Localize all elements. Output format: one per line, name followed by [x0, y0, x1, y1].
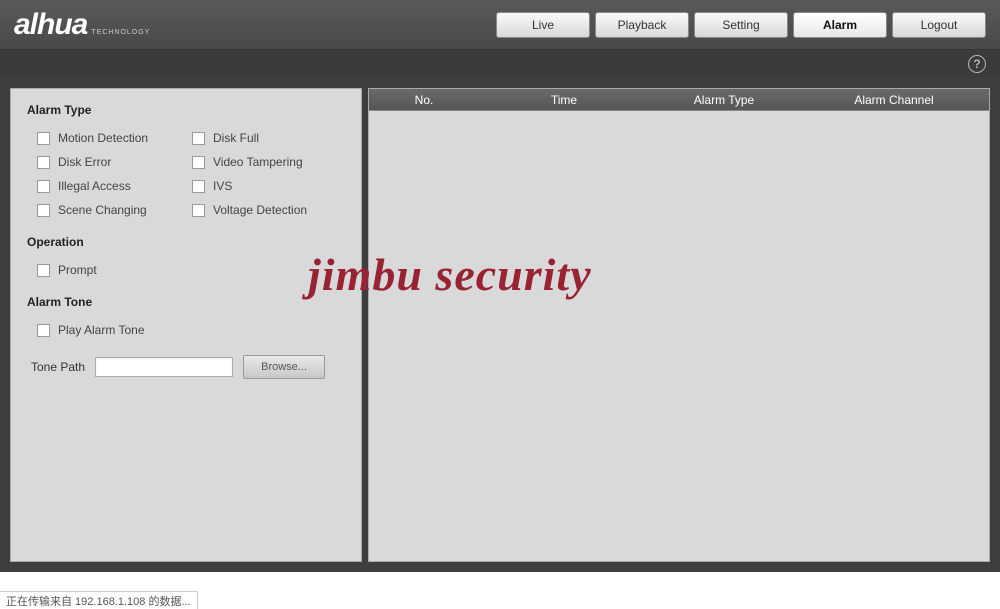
- table-body-empty: [369, 111, 989, 561]
- col-alarm-type: Alarm Type: [649, 93, 799, 107]
- brand-logo: alhua TECHNOLOGY: [14, 8, 150, 42]
- check-label: Motion Detection: [58, 131, 148, 145]
- status-text: 正在传输来自 192.168.1.108 的数据...: [6, 593, 191, 609]
- check-scene-changing[interactable]: Scene Changing: [37, 203, 192, 217]
- check-label: Play Alarm Tone: [58, 323, 145, 337]
- col-alarm-channel: Alarm Channel: [799, 93, 989, 107]
- section-alarm-type: Alarm Type: [27, 103, 345, 117]
- col-time: Time: [479, 93, 649, 107]
- check-illegal-access[interactable]: Illegal Access: [37, 179, 192, 193]
- brand-sub: TECHNOLOGY: [91, 29, 150, 36]
- operation-group: Prompt: [27, 263, 345, 277]
- check-voltage-detection[interactable]: Voltage Detection: [192, 203, 345, 217]
- checkbox-icon[interactable]: [37, 324, 50, 337]
- nav-logout[interactable]: Logout: [892, 12, 986, 38]
- check-disk-error[interactable]: Disk Error: [37, 155, 192, 169]
- check-label: Video Tampering: [213, 155, 303, 169]
- checkbox-icon[interactable]: [37, 180, 50, 193]
- check-label: Prompt: [58, 263, 97, 277]
- sub-bar: ?: [0, 50, 1000, 78]
- section-alarm-tone: Alarm Tone: [27, 295, 345, 309]
- checkbox-icon[interactable]: [192, 204, 205, 217]
- table-header: No. Time Alarm Type Alarm Channel: [369, 89, 989, 111]
- help-icon[interactable]: ?: [968, 55, 986, 73]
- checkbox-icon[interactable]: [37, 264, 50, 277]
- nav-playback[interactable]: Playback: [595, 12, 689, 38]
- check-video-tampering[interactable]: Video Tampering: [192, 155, 345, 169]
- checkbox-icon[interactable]: [192, 132, 205, 145]
- main-nav: Live Playback Setting Alarm Logout: [496, 12, 992, 38]
- settings-panel: Alarm Type Motion Detection Disk Full Di…: [10, 88, 362, 562]
- col-no: No.: [369, 93, 479, 107]
- checkbox-icon[interactable]: [192, 156, 205, 169]
- nav-live[interactable]: Live: [496, 12, 590, 38]
- checkbox-icon[interactable]: [37, 204, 50, 217]
- check-ivs[interactable]: IVS: [192, 179, 345, 193]
- tone-path-row: Tone Path Browse...: [27, 355, 345, 379]
- browse-button[interactable]: Browse...: [243, 355, 325, 379]
- check-prompt[interactable]: Prompt: [37, 263, 345, 277]
- check-motion-detection[interactable]: Motion Detection: [37, 131, 192, 145]
- header-bar: alhua TECHNOLOGY Live Playback Setting A…: [0, 0, 1000, 50]
- checkbox-icon[interactable]: [37, 132, 50, 145]
- brand-name: alhua: [14, 8, 87, 42]
- alarm-log-panel: No. Time Alarm Type Alarm Channel: [368, 88, 990, 562]
- tone-path-input[interactable]: [95, 357, 233, 377]
- check-label: Disk Error: [58, 155, 111, 169]
- checkbox-icon[interactable]: [192, 180, 205, 193]
- nav-alarm[interactable]: Alarm: [793, 12, 887, 38]
- check-label: IVS: [213, 179, 232, 193]
- check-label: Voltage Detection: [213, 203, 307, 217]
- alarm-type-grid: Motion Detection Disk Full Disk Error Vi…: [27, 131, 345, 217]
- check-disk-full[interactable]: Disk Full: [192, 131, 345, 145]
- tone-path-label: Tone Path: [31, 360, 85, 374]
- check-play-alarm-tone[interactable]: Play Alarm Tone: [37, 323, 345, 337]
- check-label: Disk Full: [213, 131, 259, 145]
- content-area: Alarm Type Motion Detection Disk Full Di…: [0, 78, 1000, 572]
- checkbox-icon[interactable]: [37, 156, 50, 169]
- status-bar: 正在传输来自 192.168.1.108 的数据...: [0, 591, 198, 609]
- check-label: Scene Changing: [58, 203, 147, 217]
- nav-setting[interactable]: Setting: [694, 12, 788, 38]
- alarm-tone-group: Play Alarm Tone: [27, 323, 345, 337]
- section-operation: Operation: [27, 235, 345, 249]
- check-label: Illegal Access: [58, 179, 131, 193]
